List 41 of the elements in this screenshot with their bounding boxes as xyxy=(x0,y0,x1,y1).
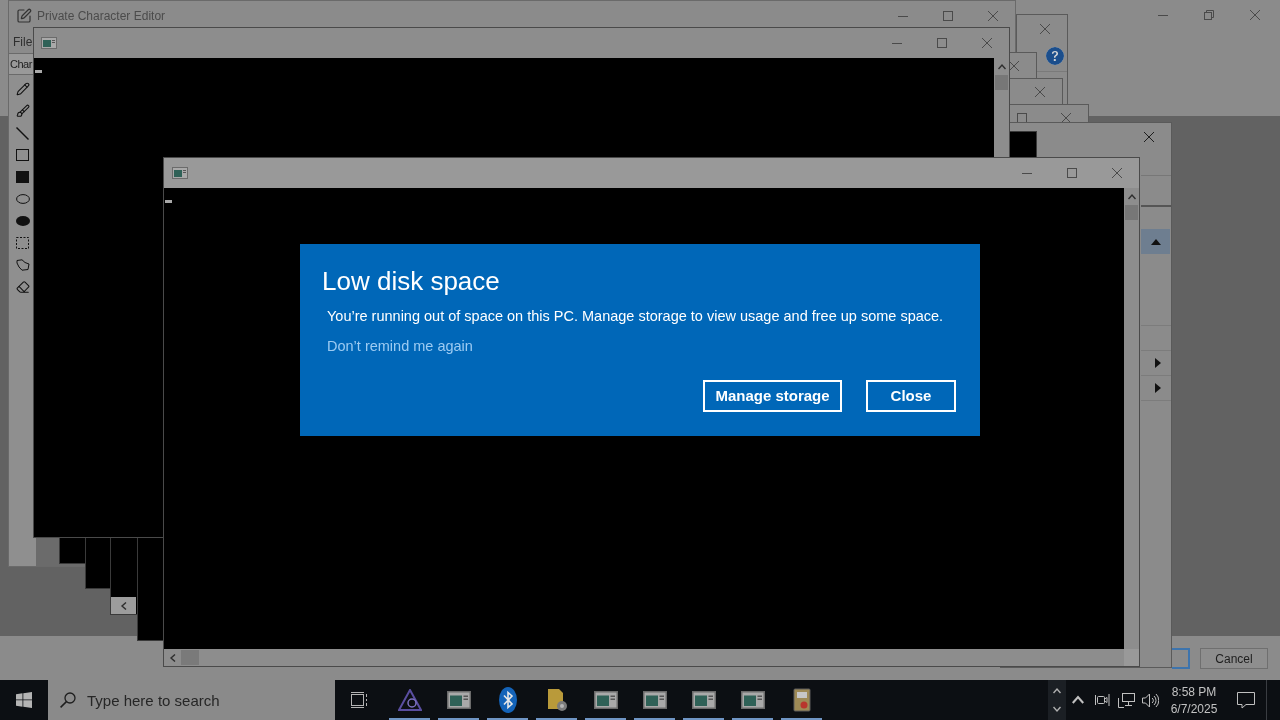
maximize-icon[interactable] xyxy=(936,38,947,48)
close-icon[interactable] xyxy=(987,11,998,21)
chevron-down-icon[interactable] xyxy=(1053,705,1061,713)
notification-icon[interactable] xyxy=(1237,691,1255,709)
horizontal-scrollbar[interactable] xyxy=(164,649,1124,666)
minimize-icon[interactable] xyxy=(897,15,908,17)
search-field[interactable]: Type here to search xyxy=(48,680,335,720)
close-icon[interactable] xyxy=(981,38,992,48)
restore-icon[interactable] xyxy=(1204,10,1214,20)
console-window-icon[interactable] xyxy=(691,691,716,709)
triangle-logo-icon[interactable] xyxy=(397,689,422,711)
chevron-up-icon[interactable] xyxy=(1053,687,1061,695)
cancel-button[interactable]: Cancel xyxy=(1200,648,1268,669)
maximize-icon[interactable] xyxy=(942,11,953,21)
console-window-icon[interactable] xyxy=(642,691,667,709)
close-icon[interactable] xyxy=(1040,24,1050,34)
search-icon xyxy=(60,692,76,708)
dialog-message: You’re running out of space on this PC. Manage storage to view usage and free up some space. xyxy=(326,307,945,326)
console-window-icon xyxy=(41,37,57,49)
window-title: Private Character Editor xyxy=(37,8,166,25)
menu-item[interactable]: File xyxy=(13,33,33,51)
console-window-icon[interactable] xyxy=(446,691,471,709)
chevron-up-icon[interactable] xyxy=(1072,694,1084,706)
speaker-icon[interactable] xyxy=(1141,692,1159,708)
close-icon[interactable] xyxy=(1250,10,1260,20)
video-camera-icon[interactable] xyxy=(1094,693,1110,707)
console-window-icon[interactable] xyxy=(593,691,618,709)
dialog-title: Low disk space xyxy=(321,266,501,296)
clock-time[interactable]: 8:58 PM xyxy=(1171,684,1217,699)
task-view-icon[interactable] xyxy=(350,692,369,708)
console-window-icon[interactable] xyxy=(740,691,765,709)
minimize-icon[interactable] xyxy=(1158,14,1168,16)
windows-logo-icon[interactable] xyxy=(16,692,32,708)
network-icon[interactable] xyxy=(1117,692,1135,708)
chevron-left-icon[interactable] xyxy=(169,653,177,662)
pencil-square-icon xyxy=(16,8,32,24)
minimize-icon[interactable] xyxy=(891,42,902,44)
clock-date[interactable]: 6/7/2025 xyxy=(1170,701,1218,716)
package-icon[interactable] xyxy=(792,688,811,712)
scrollbar-thumb[interactable] xyxy=(181,650,199,665)
bluetooth-icon[interactable] xyxy=(498,687,517,713)
